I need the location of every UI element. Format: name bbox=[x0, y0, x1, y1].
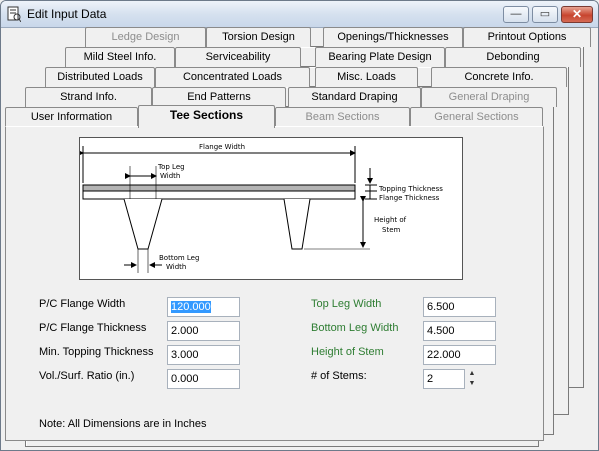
tab-ledge-design[interactable]: Ledge Design bbox=[85, 27, 206, 47]
vol-surf-ratio-field[interactable]: 0.000 bbox=[167, 369, 240, 389]
height-of-stem-label: Height of Stem bbox=[311, 346, 384, 358]
tee-section-diagram: Flange Width Top Leg Width Topping Thick… bbox=[79, 137, 463, 280]
bottom-leg-width-label: Bottom Leg Width bbox=[311, 322, 399, 334]
tab-misc-loads[interactable]: Misc. Loads bbox=[315, 67, 418, 87]
height-of-stem-field[interactable]: 22.000 bbox=[423, 345, 496, 365]
vol-surf-ratio-label: Vol./Surf. Ratio (in.) bbox=[39, 370, 135, 382]
tab-beam-sections[interactable]: Beam Sections bbox=[275, 107, 410, 127]
tab-mild-steel-info[interactable]: Mild Steel Info. bbox=[65, 47, 175, 67]
tab-bearing-plate-design[interactable]: Bearing Plate Design bbox=[315, 47, 445, 67]
window-title: Edit Input Data bbox=[27, 7, 107, 21]
min-topping-thickness-field[interactable]: 3.000 bbox=[167, 345, 240, 365]
tab-serviceability[interactable]: Serviceability bbox=[175, 47, 301, 67]
tab-concrete-info[interactable]: Concrete Info. bbox=[431, 67, 567, 87]
num-stems-spinner[interactable]: ▲ ▼ bbox=[467, 369, 477, 389]
title-bar: Edit Input Data — ▭ ✕ bbox=[1, 1, 598, 28]
tab-general-draping[interactable]: General Draping bbox=[421, 87, 557, 107]
pc-flange-thickness-label: P/C Flange Thickness bbox=[39, 322, 147, 334]
tab-general-sections[interactable]: General Sections bbox=[410, 107, 543, 127]
top-leg-text-2: Width bbox=[160, 172, 180, 180]
close-icon: ✕ bbox=[571, 7, 583, 21]
height-text-2: Stem bbox=[382, 226, 400, 234]
tab-torsion-design[interactable]: Torsion Design bbox=[206, 27, 311, 47]
tab-printout-options[interactable]: Printout Options bbox=[463, 27, 591, 47]
min-topping-thickness-label: Min. Topping Thickness bbox=[39, 346, 154, 358]
num-stems-field[interactable]: 2 bbox=[423, 369, 465, 389]
tab-concentrated-loads[interactable]: Concentrated Loads bbox=[155, 67, 310, 87]
bottom-leg-text-1: Bottom Leg bbox=[159, 254, 199, 262]
top-leg-width-label: Top Leg Width bbox=[311, 298, 382, 310]
document-icon bbox=[7, 6, 21, 22]
tab-openings-thicknesses[interactable]: Openings/Thicknesses bbox=[323, 27, 463, 47]
maximize-button[interactable]: ▭ bbox=[532, 6, 558, 23]
num-stems-label: # of Stems: bbox=[311, 370, 367, 382]
flange-thickness-text: Flange Thickness bbox=[379, 194, 440, 202]
pc-flange-thickness-field[interactable]: 2.000 bbox=[167, 321, 240, 341]
pc-flange-width-label: P/C Flange Width bbox=[39, 298, 126, 310]
close-button[interactable]: ✕ bbox=[561, 6, 593, 23]
edit-input-data-window: Edit Input Data — ▭ ✕ Ledge Design Torsi… bbox=[0, 0, 599, 451]
minimize-button[interactable]: — bbox=[503, 6, 529, 23]
bottom-leg-text-2: Width bbox=[166, 263, 186, 271]
flange-width-text: Flange Width bbox=[199, 143, 245, 151]
pc-flange-width-value: 120.000 bbox=[171, 301, 211, 313]
minimize-icon: — bbox=[510, 8, 522, 20]
units-note: Note: All Dimensions are in Inches bbox=[39, 418, 207, 430]
tab-end-patterns[interactable]: End Patterns bbox=[152, 87, 286, 107]
pc-flange-width-field[interactable]: 120.000 bbox=[167, 297, 240, 317]
tab-distributed-loads[interactable]: Distributed Loads bbox=[45, 67, 155, 87]
bottom-leg-width-field[interactable]: 4.500 bbox=[423, 321, 496, 341]
tab-tee-sections[interactable]: Tee Sections bbox=[138, 105, 275, 128]
topping-thickness-text: Topping Thickness bbox=[378, 185, 443, 193]
tab-debonding[interactable]: Debonding bbox=[445, 47, 581, 67]
spin-up-icon[interactable]: ▲ bbox=[467, 369, 477, 379]
spin-down-icon[interactable]: ▼ bbox=[467, 379, 477, 389]
maximize-icon: ▭ bbox=[539, 8, 551, 20]
top-leg-text-1: Top Leg bbox=[157, 163, 185, 171]
tab-standard-draping[interactable]: Standard Draping bbox=[288, 87, 421, 107]
height-text-1: Height of bbox=[374, 216, 407, 224]
tab-strand-info[interactable]: Strand Info. bbox=[25, 87, 152, 107]
top-leg-width-field[interactable]: 6.500 bbox=[423, 297, 496, 317]
tab-user-information[interactable]: User Information bbox=[5, 107, 138, 127]
